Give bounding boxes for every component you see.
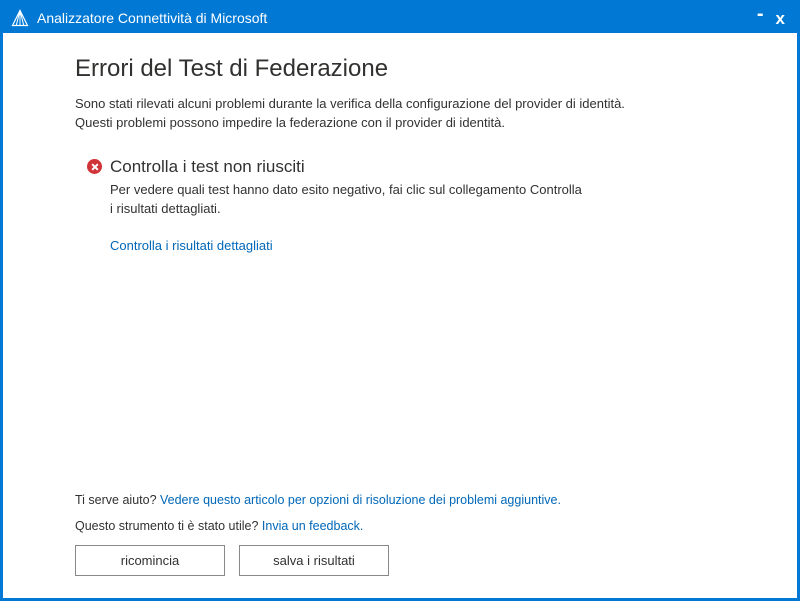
app-logo-icon (11, 9, 29, 27)
help-line: Ti serve aiuto? Vedere questo articolo p… (75, 493, 757, 507)
button-row: ricomincia salva i risultati (75, 545, 757, 576)
help-prefix: Ti serve aiuto? (75, 493, 160, 507)
help-article-link[interactable]: Vedere questo articolo per opzioni di ri… (160, 493, 561, 507)
detailed-results-link[interactable]: Controlla i risultati dettagliati (110, 238, 273, 253)
section-title: Controlla i test non riusciti (110, 157, 305, 177)
section-body: Per vedere quali test hanno dato esito n… (110, 181, 630, 219)
restart-button[interactable]: ricomincia (75, 545, 225, 576)
window-title: Analizzatore Connettività di Microsoft (37, 10, 757, 26)
failed-tests-section: Controlla i test non riusciti Per vedere… (87, 157, 757, 256)
title-bar: Analizzatore Connettività di Microsoft -… (3, 3, 797, 33)
section-body-line1: Per vedere quali test hanno dato esito n… (110, 182, 582, 197)
close-button[interactable]: x (776, 10, 785, 27)
page-title: Errori del Test di Federazione (75, 55, 757, 83)
feedback-prefix: Questo strumento ti è stato utile? (75, 519, 262, 533)
page-desc-line2: Questi problemi possono impedire la fede… (75, 115, 505, 130)
section-body-line2: i risultati dettagliati. (110, 201, 221, 216)
page-description: Sono stati rilevati alcuni problemi dura… (75, 95, 757, 133)
page-desc-line1: Sono stati rilevati alcuni problemi dura… (75, 96, 625, 111)
app-window: Analizzatore Connettività di Microsoft -… (0, 0, 800, 601)
save-results-button[interactable]: salva i risultati (239, 545, 389, 576)
footer-area: Ti serve aiuto? Vedere questo articolo p… (75, 493, 757, 576)
feedback-line: Questo strumento ti è stato utile? Invia… (75, 519, 757, 533)
send-feedback-link[interactable]: Invia un feedback. (262, 519, 363, 533)
content-area: Errori del Test di Federazione Sono stat… (3, 33, 797, 598)
window-controls: - x (757, 10, 789, 27)
error-icon (87, 159, 102, 174)
section-header: Controlla i test non riusciti (87, 157, 757, 177)
